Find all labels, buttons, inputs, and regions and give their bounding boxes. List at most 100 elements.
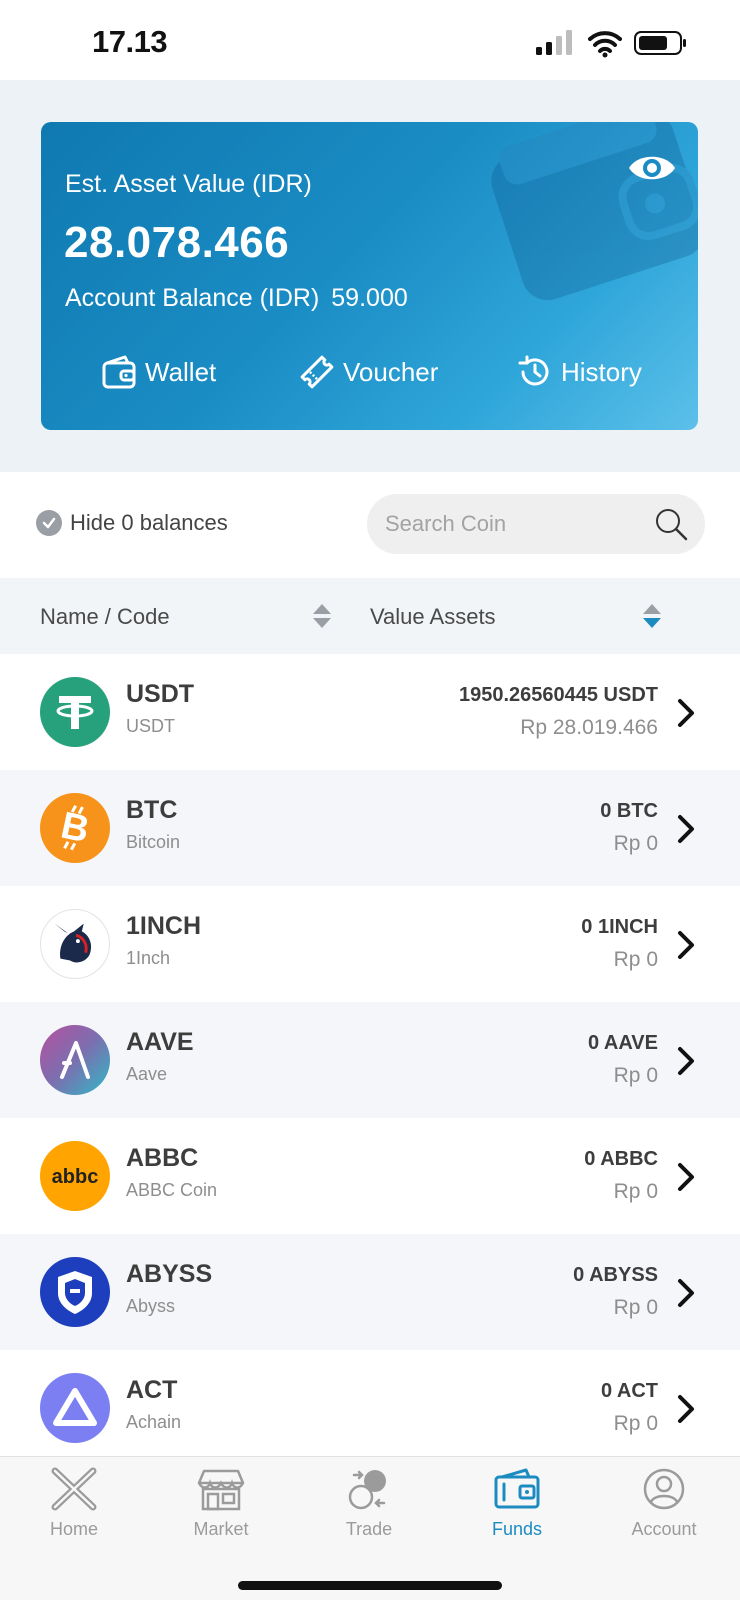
nav-trade[interactable]: Trade bbox=[309, 1467, 429, 1547]
nav-home-label: Home bbox=[49, 1519, 98, 1539]
battery-icon bbox=[634, 31, 686, 55]
history-button-label: History bbox=[561, 356, 642, 387]
est-asset-label: Est. Asset Value (IDR) bbox=[65, 170, 312, 198]
wallet-button[interactable]: Wallet bbox=[101, 350, 216, 394]
nav-funds-label: Funds bbox=[491, 1519, 543, 1539]
chevron-right-icon[interactable] bbox=[676, 1046, 696, 1076]
coin-amount: 0 ABBC bbox=[584, 1148, 658, 1170]
coin-idr-value: Rp 0 bbox=[613, 948, 658, 971]
wifi-icon bbox=[588, 31, 622, 58]
coin-code: AAVE bbox=[126, 1028, 194, 1056]
signal-icon bbox=[536, 30, 572, 55]
home-indicator bbox=[238, 1581, 502, 1590]
coin-amount: 0 BTC bbox=[600, 800, 658, 822]
user-icon bbox=[643, 1468, 685, 1510]
bottom-nav: Home Market Trade Funds Account bbox=[0, 1456, 740, 1600]
coin-idr-value: Rp 0 bbox=[613, 832, 658, 855]
sort-value-icon[interactable] bbox=[641, 602, 663, 630]
coin-row-abbc[interactable]: abbc ABBC ABBC Coin 0 ABBC Rp 0 bbox=[0, 1118, 740, 1234]
coin-name: USDT bbox=[126, 716, 175, 736]
chevron-right-icon[interactable] bbox=[676, 1278, 696, 1308]
coin-amount: 0 1INCH bbox=[581, 916, 658, 938]
coin-idr-value: Rp 0 bbox=[613, 1180, 658, 1203]
home-x-icon bbox=[51, 1467, 97, 1511]
coin-row-btc[interactable]: B BTC Bitcoin 0 BTC Rp 0 bbox=[0, 770, 740, 886]
value-assets-header[interactable]: Value Assets bbox=[370, 604, 496, 630]
coin-amount: 0 ABYSS bbox=[573, 1264, 658, 1286]
chevron-right-icon[interactable] bbox=[676, 1162, 696, 1192]
wallet-button-label: Wallet bbox=[145, 356, 217, 387]
coin-code: BTC bbox=[126, 796, 178, 824]
nav-trade-label: Trade bbox=[345, 1519, 393, 1539]
account-balance-label: Account Balance (IDR) bbox=[65, 284, 320, 312]
check-icon bbox=[36, 510, 62, 536]
coin-row-usdt[interactable]: USDT USDT 1950.26560445 USDT Rp 28.019.4… bbox=[0, 654, 740, 770]
nav-account[interactable]: Account bbox=[604, 1467, 724, 1547]
voucher-button-label: Voucher bbox=[343, 356, 439, 387]
search-box bbox=[367, 494, 705, 554]
ticket-icon bbox=[300, 355, 334, 389]
wallet-icon bbox=[494, 1468, 540, 1509]
trade-icon bbox=[348, 1470, 386, 1510]
coin-name: ABBC Coin bbox=[126, 1180, 218, 1200]
coin-code: 1INCH bbox=[126, 912, 202, 940]
history-button[interactable]: History bbox=[517, 350, 642, 394]
coin-code: USDT bbox=[126, 680, 195, 708]
chevron-right-icon[interactable] bbox=[676, 814, 696, 844]
coin-name: Achain bbox=[126, 1412, 182, 1432]
store-icon bbox=[197, 1469, 245, 1511]
nav-home[interactable]: Home bbox=[14, 1467, 134, 1547]
coin-row-abyss[interactable]: ABYSS Abyss 0 ABYSS Rp 0 bbox=[0, 1234, 740, 1350]
account-balance-row: Account Balance (IDR) 59.000 bbox=[65, 284, 408, 313]
coin-amount: 1950.26560445 USDT bbox=[458, 684, 658, 706]
abyss-shield-icon bbox=[40, 1257, 110, 1327]
name-code-header[interactable]: Name / Code bbox=[40, 604, 170, 630]
nav-funds[interactable]: Funds bbox=[457, 1467, 577, 1547]
coin-amount: 0 ACT bbox=[600, 1380, 658, 1402]
aave-logo-icon bbox=[40, 1025, 110, 1095]
coin-idr-value: Rp 28.019.466 bbox=[520, 716, 658, 739]
coin-idr-value: Rp 0 bbox=[613, 1064, 658, 1087]
nav-account-label: Account bbox=[631, 1519, 697, 1539]
table-header: Name / Code Value Assets bbox=[0, 578, 740, 654]
status-icons bbox=[536, 30, 686, 58]
voucher-button[interactable]: Voucher bbox=[299, 350, 438, 394]
coin-idr-value: Rp 0 bbox=[613, 1412, 658, 1435]
abbc-logo-icon: abbc bbox=[40, 1141, 110, 1211]
search-icon[interactable] bbox=[653, 506, 689, 542]
nav-market-label: Market bbox=[193, 1519, 249, 1539]
status-time: 17.13 bbox=[92, 24, 168, 59]
chevron-right-icon[interactable] bbox=[676, 1394, 696, 1424]
bitcoin-logo-icon: B bbox=[40, 793, 110, 863]
coin-name: Abyss bbox=[126, 1296, 176, 1316]
coin-list: USDT USDT 1950.26560445 USDT Rp 28.019.4… bbox=[0, 654, 740, 1466]
est-asset-value: 28.078.466 bbox=[64, 218, 290, 267]
coin-amount: 0 AAVE bbox=[587, 1032, 658, 1054]
coin-name: Bitcoin bbox=[126, 832, 181, 852]
hide-zero-label: Hide 0 balances bbox=[70, 510, 228, 535]
coin-row-1inch[interactable]: 1INCH 1Inch 0 1INCH Rp 0 bbox=[0, 886, 740, 1002]
asset-summary-card: Est. Asset Value (IDR) 28.078.466 Accoun… bbox=[41, 122, 698, 430]
coin-row-aave[interactable]: AAVE Aave 0 AAVE Rp 0 bbox=[0, 1002, 740, 1118]
history-icon bbox=[518, 355, 549, 386]
wallet-icon bbox=[102, 355, 136, 389]
unicorn-logo-icon bbox=[40, 909, 110, 979]
hero-actions: Wallet Voucher History bbox=[41, 350, 698, 394]
coin-row-act[interactable]: ACT Achain 0 ACT Rp 0 bbox=[0, 1350, 740, 1466]
svg-text:abbc: abbc bbox=[52, 1166, 99, 1188]
tether-logo-icon bbox=[40, 677, 110, 747]
achain-triangle-icon bbox=[40, 1373, 110, 1443]
chevron-right-icon[interactable] bbox=[676, 930, 696, 960]
eye-toggle-icon[interactable] bbox=[626, 148, 678, 188]
status-bar: 17.13 bbox=[0, 0, 740, 80]
search-input[interactable] bbox=[385, 494, 645, 554]
chevron-right-icon[interactable] bbox=[676, 698, 696, 728]
sort-name-icon[interactable] bbox=[311, 602, 333, 630]
account-balance-value: 59.000 bbox=[331, 284, 408, 312]
coin-idr-value: Rp 0 bbox=[613, 1296, 658, 1319]
coin-code: ABBC bbox=[126, 1144, 199, 1172]
nav-market[interactable]: Market bbox=[161, 1467, 281, 1547]
hide-zero-balances-toggle[interactable]: Hide 0 balances bbox=[36, 510, 228, 536]
coin-name: 1Inch bbox=[126, 948, 171, 968]
coin-name: Aave bbox=[126, 1064, 168, 1084]
